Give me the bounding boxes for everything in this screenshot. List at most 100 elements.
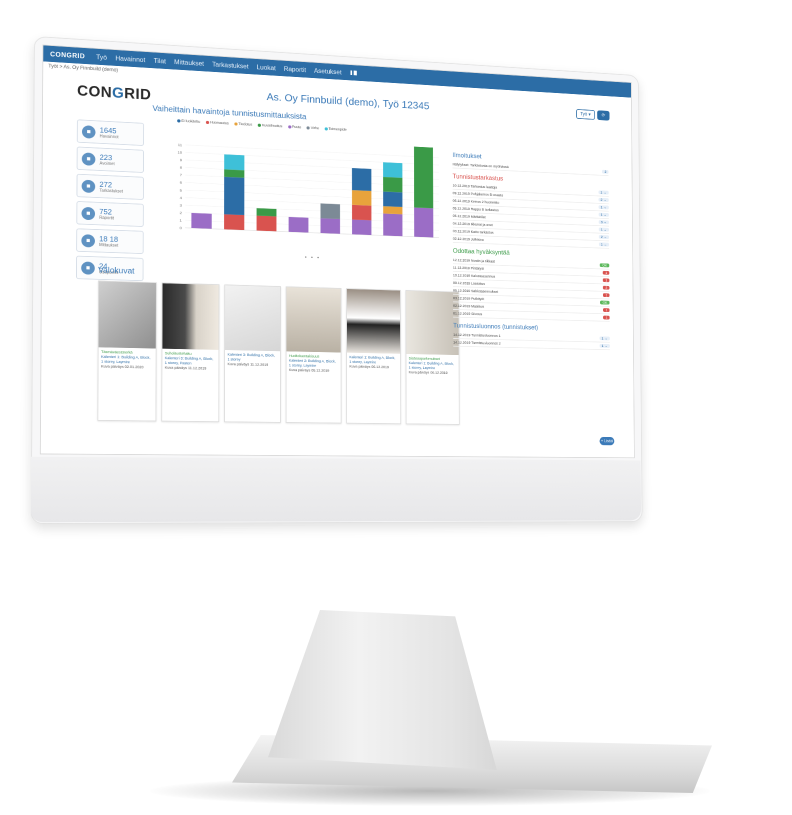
bar-segment[interactable] [383,213,402,236]
add-button[interactable]: + Lisää [600,437,615,445]
photo-thumbnail[interactable] [347,289,400,354]
stat-text: 1645 Havainnot [100,126,119,140]
stat-label: Avoimet [100,161,115,167]
bar-segment[interactable] [352,190,371,206]
bar-segment[interactable] [352,205,371,221]
stat-card[interactable]: ■ 223 Avoimet [77,147,144,173]
row-badge: 1 → [599,336,609,340]
grid-line [185,145,438,158]
bar-segment[interactable] [352,220,371,235]
bar-segment[interactable] [224,214,244,230]
nav-item[interactable]: Tilat [149,57,170,65]
pagination-dots[interactable]: • • • [305,256,321,261]
stat-card[interactable]: ■ 272 Tarkastukset [77,174,144,200]
legend-label: Huomautus [210,120,229,125]
photo-thumbnail[interactable] [287,287,341,352]
photo-thumbnail[interactable] [225,285,280,351]
y-tick-label: 8 [180,165,183,170]
bar-segment[interactable] [383,177,402,193]
row-badge: 2 → [599,235,609,239]
user-icon: ■ [81,261,95,274]
row-text: 12.12.2019 Nostin ja tikkaat [453,258,495,263]
nav-item[interactable]: Raportit [280,65,310,74]
row-badge: 1 → [599,228,609,232]
y-tick-label: 2 [180,210,183,215]
row-badge: OK [600,301,609,305]
legend-entry[interactable]: Toimenpide [325,126,347,131]
bar-segment[interactable] [414,142,433,208]
y-tick-label: 10 [177,150,182,155]
bar-segment[interactable] [289,217,309,233]
photo-meta: Täsmäväestörerkä Kalenteri 1: Building A,… [98,347,155,372]
inspections-list: 10.12.2019 Tarkastus laattoja 1 → 09.12.20… [453,182,609,249]
bar-segment[interactable] [383,192,402,207]
bar-segment[interactable] [191,213,211,229]
photo-card[interactable]: Kalenteri 1: Building A, Block, 1 storey… [346,288,401,424]
bar-segment[interactable] [383,206,402,214]
logo-text: G [112,85,124,102]
nav-item[interactable]: Luokat [253,63,280,72]
bar-segment[interactable] [320,218,340,234]
nav-item[interactable]: Tarkastukset [208,60,252,70]
legend-swatch [258,123,261,126]
refresh-button[interactable]: ⟳ [597,110,609,120]
photo-meta: Kalenteri 3: Building A, Block, 1 storey… [225,350,280,370]
bar-segment[interactable] [352,168,371,191]
work-dropdown-button[interactable]: Työ ▾ [576,109,595,120]
bar-segment[interactable] [224,169,244,177]
monitor-screen: CONGRID Työ Havainnot Tilat Mittaukset T… [40,45,635,459]
stat-card[interactable]: ■ 752 Raportit [76,201,143,227]
photo-date: Kuva päiväys 05.12.2019 [289,368,338,374]
legend-entry[interactable]: Tiedotus [234,122,252,127]
language-flag-icon[interactable] [350,70,356,75]
legend-label: Tiedotus [238,122,252,127]
row-text: 14.12.2019 Tunnistusluonnos 2 [453,340,500,345]
row-text: 03.12.2019 Katto tarkastus [453,229,494,234]
stat-card[interactable]: ■ 1645 Havainnot [77,119,144,146]
bar-segment[interactable] [224,177,244,215]
monitor: CONGRID Työ Havainnot Tilat Mittaukset T… [30,36,659,699]
photo-card[interactable]: Täsmäväestörerkä Kalenteri 1: Building A,… [97,281,156,422]
row-badge: 1 [603,316,609,320]
row-badge: 1 → [598,205,608,209]
photo-thumbnail[interactable] [406,291,458,355]
bar-segment[interactable] [224,154,244,170]
legend-entry[interactable]: Virhe [307,126,319,131]
legend-entry[interactable]: Ei luokiteltu [177,118,200,123]
header-actions: Työ ▾ ⟳ [576,109,610,121]
nav-item[interactable]: Työ [92,53,111,61]
logo-text: CON [77,83,112,101]
row-text: 10.12.2019 Kalusteasennus [453,273,495,278]
bar-segment[interactable] [257,216,277,232]
row-badge: 1 [603,308,609,312]
y-tick-label: 5 [180,188,183,193]
bar-segment[interactable] [257,208,277,216]
photo-thumbnail[interactable] [99,281,156,348]
bar-segment[interactable] [320,203,340,219]
brand-logo[interactable]: CONGRID [43,50,92,60]
photo-card[interactable]: Suholaustehaku Kalenteri 3: Building A, B… [161,282,219,422]
photo-date: Kuva päiväys 06.12.2019 [349,364,398,370]
stat-label: Havainnot [100,134,119,140]
photo-card[interactable]: Huoltoluentakisuus Kalenteri 2: Building … [286,286,342,423]
legend-label: Puute [292,125,301,129]
nav-item[interactable]: Havainnot [111,54,149,64]
nav-item[interactable]: Asetukset [310,67,346,76]
row-badge: 1 [603,278,609,282]
row-badge: 1 [603,271,609,275]
photo-date: Kuva päiväys 11.12.2019 [227,362,277,368]
nav-item[interactable]: Mittaukset [170,58,208,67]
photo-card[interactable]: Kalenteri 3: Building A, Block, 1 storey… [224,284,281,422]
photo-card[interactable]: Sisäsaaparkenukset Kalenteri 1: Building … [405,290,459,425]
photo-thumbnail[interactable] [162,283,218,350]
legend-entry[interactable]: Kuvailmoitus [258,123,282,128]
stat-card[interactable]: ■ 18 18 Mittaukset [76,228,143,254]
stat-label: Mittaukset [99,242,118,247]
bar-segment[interactable] [383,162,402,178]
legend-entry[interactable]: Huomautus [206,120,229,125]
bar-segment[interactable] [414,208,433,238]
row-text: 01.12.2019 Siivous [453,311,482,316]
legend-entry[interactable]: Puute [288,124,301,129]
y-tick-label: 1 [180,218,183,223]
y-tick-label: 11 [178,142,183,147]
